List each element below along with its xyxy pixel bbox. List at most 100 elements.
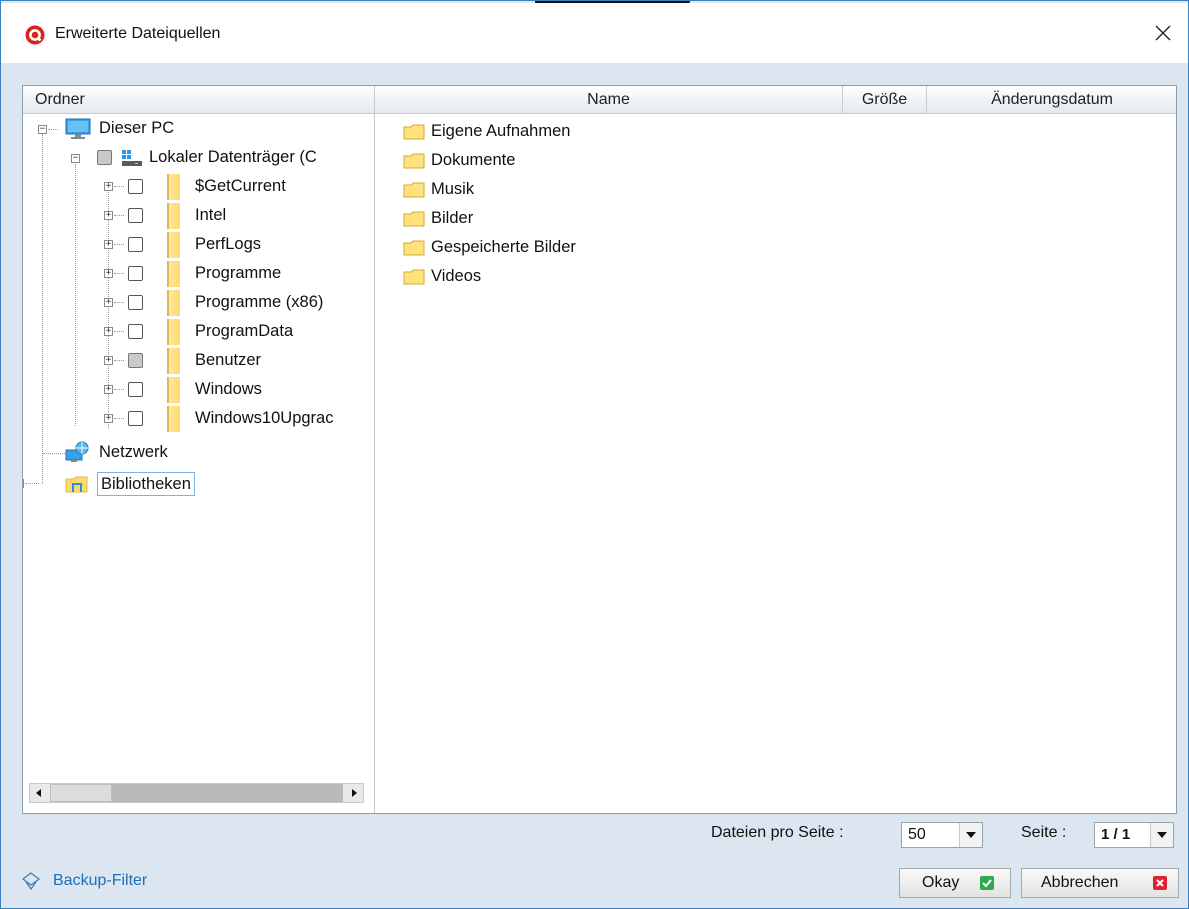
app-logo-icon bbox=[25, 25, 45, 45]
scroll-thumb[interactable] bbox=[50, 784, 112, 802]
tree-item-libraries[interactable]: + Bibliotheken bbox=[23, 469, 374, 498]
expand-icon[interactable]: + bbox=[104, 327, 113, 336]
filter-icon bbox=[21, 872, 41, 891]
backup-filter-label: Backup-Filter bbox=[53, 872, 148, 889]
tree-item-network[interactable]: Netzwerk bbox=[23, 438, 374, 467]
tree-item-label: $GetCurrent bbox=[195, 177, 286, 195]
tree-item-label: Netzwerk bbox=[99, 443, 168, 461]
tree-line bbox=[114, 244, 124, 245]
file-name: Gespeicherte Bilder bbox=[431, 238, 576, 256]
tree-item-folder[interactable]: + Benutzer bbox=[23, 346, 374, 375]
folder-icon bbox=[167, 290, 180, 316]
network-icon bbox=[65, 441, 89, 462]
folder-checkbox[interactable] bbox=[128, 295, 143, 310]
name-column-header[interactable]: Name bbox=[375, 86, 843, 114]
file-name: Dokumente bbox=[431, 151, 516, 169]
tree-item-folder[interactable]: + Intel bbox=[23, 201, 374, 230]
folder-checkbox[interactable] bbox=[128, 324, 143, 339]
tree-item-label: Intel bbox=[195, 206, 227, 224]
tree-item-label: Programme bbox=[195, 264, 282, 282]
file-name: Musik bbox=[431, 180, 475, 198]
folder-icon bbox=[403, 153, 425, 169]
tree-item-folder[interactable]: + Programme (x86) bbox=[23, 288, 374, 317]
file-list-header: Name Größe Änderungsdatum bbox=[375, 86, 1176, 114]
tree-item-folder[interactable]: + Windows10Upgrac bbox=[23, 404, 374, 433]
horizontal-scrollbar[interactable] bbox=[29, 783, 364, 803]
file-name: Eigene Aufnahmen bbox=[431, 122, 571, 140]
dialog-title: Erweiterte Dateiquellen bbox=[55, 25, 221, 42]
cancel-button[interactable]: Abbrechen bbox=[1021, 868, 1179, 898]
folder-checkbox[interactable] bbox=[128, 179, 143, 194]
tree-item-drive[interactable]: − Lokaler Datenträger (C bbox=[23, 143, 374, 172]
expand-icon[interactable]: + bbox=[104, 385, 113, 394]
tree-item-folder[interactable]: + Windows bbox=[23, 375, 374, 404]
page-select[interactable]: 1 / 1 bbox=[1094, 822, 1174, 848]
ok-label: Okay bbox=[922, 874, 960, 891]
tree-item-folder[interactable]: + Programme bbox=[23, 259, 374, 288]
scroll-left-icon[interactable] bbox=[32, 786, 46, 800]
tree-line bbox=[48, 129, 58, 130]
tree-line bbox=[114, 418, 124, 419]
per-page-select[interactable]: 50 bbox=[901, 822, 983, 848]
collapse-icon[interactable]: − bbox=[71, 154, 80, 163]
scroll-track[interactable] bbox=[112, 784, 343, 802]
tree-item-pc[interactable]: − Dieser PC bbox=[23, 114, 374, 143]
tree-item-label: Lokaler Datenträger (C bbox=[149, 148, 317, 166]
libraries-icon bbox=[65, 476, 88, 493]
folder-checkbox[interactable] bbox=[128, 353, 143, 368]
cancel-icon bbox=[1153, 876, 1167, 890]
file-list-pane: Name Größe Änderungsdatum Eigene Aufnahm… bbox=[375, 86, 1176, 813]
folder-checkbox[interactable] bbox=[128, 411, 143, 426]
dropdown-button[interactable] bbox=[1150, 823, 1173, 847]
chevron-down-icon bbox=[966, 832, 976, 838]
title-bar: Erweiterte Dateiquellen bbox=[1, 1, 1188, 63]
folder-icon bbox=[167, 406, 180, 432]
file-name: Bilder bbox=[431, 209, 474, 227]
scroll-right-icon[interactable] bbox=[347, 786, 361, 800]
folder-checkbox[interactable] bbox=[128, 266, 143, 281]
folder-tree-pane: Ordner − Dieser PC − Lokaler Datenträger… bbox=[23, 86, 375, 813]
expand-icon[interactable]: + bbox=[104, 414, 113, 423]
modified-column-header[interactable]: Änderungsdatum bbox=[927, 86, 1176, 114]
chevron-down-icon bbox=[1157, 832, 1167, 838]
tree-item-label: Benutzer bbox=[195, 351, 262, 369]
tree-item-label: PerfLogs bbox=[195, 235, 262, 253]
tree-line bbox=[114, 302, 124, 303]
folder-header-label: Ordner bbox=[35, 91, 85, 108]
tree-line bbox=[25, 483, 39, 484]
folder-icon bbox=[167, 232, 180, 258]
tree-item-folder[interactable]: + $GetCurrent bbox=[23, 172, 374, 201]
tree-line bbox=[114, 215, 124, 216]
per-page-value: 50 bbox=[908, 826, 926, 843]
folder-checkbox[interactable] bbox=[128, 382, 143, 397]
ok-button[interactable]: Okay bbox=[899, 868, 1011, 898]
expand-icon[interactable]: + bbox=[23, 479, 24, 488]
expand-icon[interactable]: + bbox=[104, 269, 113, 278]
paging-bar: Dateien pro Seite : 50 Seite : 1 / 1 bbox=[22, 816, 1177, 854]
check-icon bbox=[980, 876, 994, 890]
tree-item-folder[interactable]: + PerfLogs bbox=[23, 230, 374, 259]
folder-checkbox[interactable] bbox=[128, 237, 143, 252]
expand-icon[interactable]: + bbox=[104, 182, 113, 191]
size-column-header[interactable]: Größe bbox=[843, 86, 927, 114]
close-icon[interactable] bbox=[1148, 18, 1178, 48]
tree-line bbox=[114, 360, 124, 361]
tree-line bbox=[114, 186, 124, 187]
expand-icon[interactable]: + bbox=[104, 211, 113, 220]
taskbar-strip bbox=[1, 1, 1188, 3]
folder-column-header[interactable]: Ordner bbox=[23, 86, 374, 114]
dropdown-button[interactable] bbox=[959, 823, 982, 847]
expand-icon[interactable]: + bbox=[104, 298, 113, 307]
folder-icon bbox=[403, 182, 425, 198]
tree-item-folder[interactable]: + ProgramData bbox=[23, 317, 374, 346]
collapse-icon[interactable]: − bbox=[38, 125, 47, 134]
folder-checkbox[interactable] bbox=[128, 208, 143, 223]
tree-item-label: Windows10Upgrac bbox=[195, 409, 334, 427]
folder-icon bbox=[403, 124, 425, 140]
drive-checkbox[interactable] bbox=[97, 150, 112, 165]
folder-icon bbox=[167, 348, 180, 374]
expand-icon[interactable]: + bbox=[104, 356, 113, 365]
tree-item-label: Windows bbox=[195, 380, 262, 398]
file-browser: Ordner − Dieser PC − Lokaler Datenträger… bbox=[22, 85, 1177, 814]
expand-icon[interactable]: + bbox=[104, 240, 113, 249]
